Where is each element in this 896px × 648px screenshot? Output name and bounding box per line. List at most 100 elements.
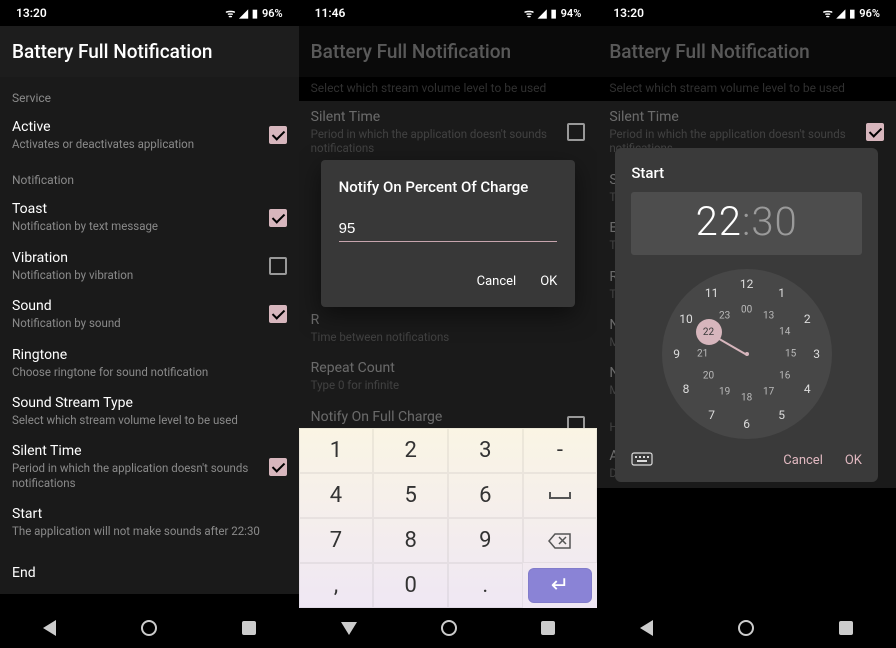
key-9[interactable]: 9: [448, 518, 523, 563]
key-8[interactable]: 8: [373, 518, 448, 563]
row-repeat-count: Repeat Count Type 0 for infinite: [299, 352, 598, 400]
row-vibration[interactable]: Vibration Notification by vibration: [0, 242, 299, 290]
row-silent-time[interactable]: Silent Time Period in which the applicat…: [0, 435, 299, 498]
checkbox-silent[interactable]: [269, 458, 287, 476]
checkbox-silent-bg3: [866, 123, 884, 141]
clock-hour-17[interactable]: 17: [763, 387, 774, 398]
key-4[interactable]: 4: [299, 473, 374, 518]
clock-hour-14[interactable]: 14: [779, 327, 790, 338]
app-title: Battery Full Notification: [0, 26, 299, 77]
signal-icon: ◢: [837, 7, 845, 20]
timepicker-minutes[interactable]: 30: [751, 198, 797, 245]
key-comma[interactable]: ,: [299, 563, 374, 608]
key-space[interactable]: [523, 473, 598, 518]
nav-recents-icon[interactable]: [541, 621, 555, 635]
nav-home-icon[interactable]: [738, 620, 754, 636]
key-enter[interactable]: ↵: [528, 568, 593, 603]
key-minus[interactable]: -: [523, 428, 598, 473]
keyboard-input-icon[interactable]: [631, 451, 653, 470]
clock-hour-18[interactable]: 18: [741, 393, 752, 404]
nav-recents-icon[interactable]: [839, 621, 853, 635]
checkbox-sound[interactable]: [269, 305, 287, 323]
clock-hour-21[interactable]: 21: [697, 349, 708, 360]
statusbar: 13:20 ᯤ ◢ ▮ 96%: [0, 0, 299, 26]
row-end[interactable]: End: [0, 546, 299, 594]
numeric-keypad: 1 2 3 - 4 5 6 7 8 9 , 0 . ↵: [299, 428, 598, 608]
clock-hour-19[interactable]: 19: [719, 387, 730, 398]
signal-icon: ◢: [239, 7, 247, 20]
row-stream-type[interactable]: Sound Stream Type Select which stream vo…: [0, 387, 299, 435]
clock-hour-6[interactable]: 6: [743, 417, 750, 431]
nav-recents-icon[interactable]: [242, 621, 256, 635]
key-3[interactable]: 3: [448, 428, 523, 473]
timepicker-hours[interactable]: 22: [696, 198, 742, 245]
status-icons: ᯤ ◢ ▮ 96%: [225, 6, 282, 21]
status-time: 13:20: [613, 6, 644, 20]
dialog-cancel-button[interactable]: Cancel: [477, 274, 517, 289]
row-active[interactable]: Active Activates or deactivates applicat…: [0, 111, 299, 159]
checkbox-toast[interactable]: [269, 209, 287, 227]
key-7[interactable]: 7: [299, 518, 374, 563]
clock-hour-4[interactable]: 4: [804, 382, 811, 396]
key-backspace[interactable]: [523, 518, 598, 563]
nav-back-icon[interactable]: [43, 620, 56, 636]
nav-back-icon[interactable]: [640, 620, 653, 636]
clock-hour-23[interactable]: 23: [719, 310, 730, 321]
statusbar: 11:46 ᯤ ◢ ▮ 94%: [299, 0, 598, 26]
key-dot[interactable]: .: [448, 563, 523, 608]
clock-hour-1[interactable]: 1: [778, 286, 785, 300]
clock-hour-selected[interactable]: 22: [696, 319, 722, 345]
clock-hour-2[interactable]: 2: [804, 312, 811, 326]
clock-hour-7[interactable]: 7: [708, 408, 715, 422]
dialog-ok-button[interactable]: OK: [540, 274, 557, 289]
clock-hour-13[interactable]: 13: [763, 310, 774, 321]
row-toast[interactable]: Toast Notification by text message: [0, 193, 299, 241]
clock-hour-00[interactable]: 00: [741, 305, 752, 316]
stream-subtitle: Select which stream volume level to be u…: [299, 77, 598, 101]
phone-screen-2: 11:46 ᯤ ◢ ▮ 94% Battery Full Notificatio…: [299, 0, 598, 648]
clock-hour-5[interactable]: 5: [778, 408, 785, 422]
battery-percent: 94%: [561, 7, 582, 20]
row-sound[interactable]: Sound Notification by sound: [0, 290, 299, 338]
section-notification: Notification: [0, 159, 299, 193]
row-desc: Activates or deactivates application: [12, 137, 269, 151]
battery-percent: 96%: [262, 7, 283, 20]
checkbox-vibration[interactable]: [269, 257, 287, 275]
wifi-icon: ᯤ: [524, 6, 534, 21]
clock-hour-20[interactable]: 20: [703, 371, 714, 382]
status-time: 11:46: [315, 6, 346, 20]
wifi-icon: ᯤ: [823, 6, 833, 21]
key-0[interactable]: 0: [373, 563, 448, 608]
nav-hide-keyboard-icon[interactable]: [341, 622, 357, 635]
clock-hour-9[interactable]: 9: [673, 347, 680, 361]
checkbox-silent-bg: [567, 123, 585, 141]
key-2[interactable]: 2: [373, 428, 448, 473]
clock-hour-12[interactable]: 12: [740, 277, 754, 291]
clock-hour-8[interactable]: 8: [683, 382, 690, 396]
status-icons: ᯤ ◢ ▮ 96%: [823, 6, 880, 21]
timepicker-ok-button[interactable]: OK: [845, 453, 862, 468]
clock-face[interactable]: 121234567891011001314151617181920212223: [662, 269, 832, 439]
clock-hour-10[interactable]: 10: [679, 312, 693, 326]
row-repeat-s: R Time between notifications: [299, 304, 598, 352]
key-1[interactable]: 1: [299, 428, 374, 473]
key-5[interactable]: 5: [373, 473, 448, 518]
phone-screen-1: 13:20 ᯤ ◢ ▮ 96% Battery Full Notificatio…: [0, 0, 299, 648]
clock-hour-3[interactable]: 3: [813, 347, 820, 361]
percent-dialog: Notify On Percent Of Charge Cancel OK: [321, 160, 576, 307]
row-ringtone[interactable]: Ringtone Choose ringtone for sound notif…: [0, 339, 299, 387]
time-colon: :: [742, 198, 751, 245]
row-start[interactable]: Start The application will not make soun…: [0, 498, 299, 546]
status-time: 13:20: [16, 6, 47, 20]
clock-hour-16[interactable]: 16: [779, 371, 790, 382]
checkbox-active[interactable]: [269, 126, 287, 144]
timepicker-cancel-button[interactable]: Cancel: [783, 453, 823, 468]
status-icons: ᯤ ◢ ▮ 94%: [524, 6, 581, 21]
percent-input[interactable]: [339, 216, 558, 242]
clock-hour-15[interactable]: 15: [785, 349, 796, 360]
key-6[interactable]: 6: [448, 473, 523, 518]
clock-hour-11[interactable]: 11: [705, 286, 719, 300]
nav-home-icon[interactable]: [441, 620, 457, 636]
android-navbar: [0, 608, 299, 648]
nav-home-icon[interactable]: [141, 620, 157, 636]
